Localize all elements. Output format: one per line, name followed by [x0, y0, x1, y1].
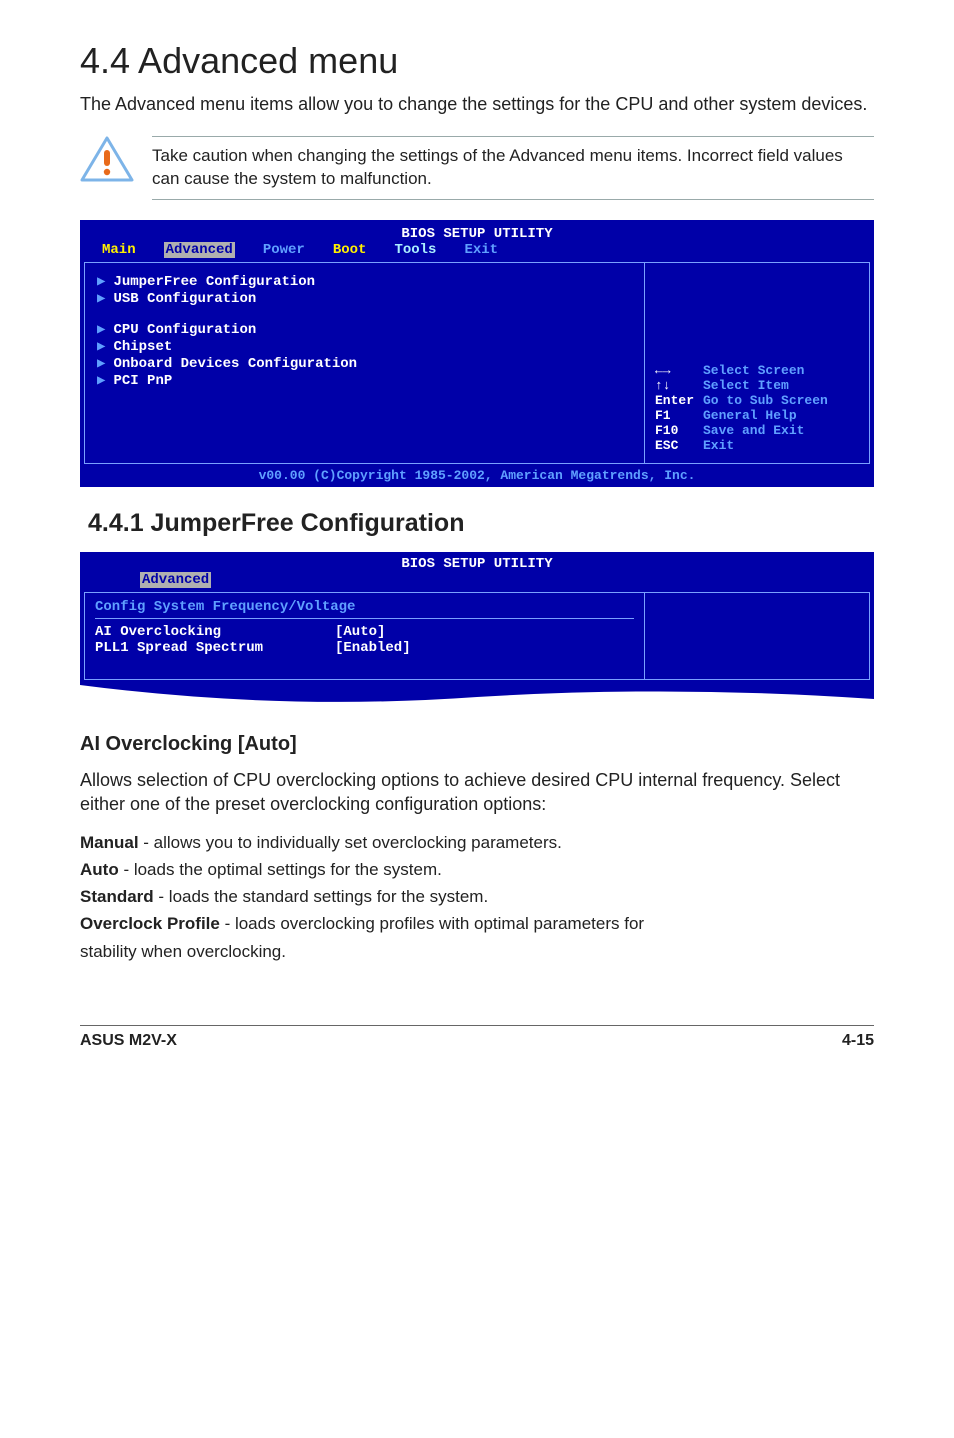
- page-title: 4.4 Advanced menu: [80, 40, 874, 82]
- help-label: Go to Sub Screen: [703, 393, 828, 408]
- submenu-arrow-icon: ▶: [97, 339, 105, 355]
- help-label: Select Item: [703, 378, 789, 393]
- footer-product: ASUS M2V-X: [80, 1032, 177, 1050]
- bios-subheader: Config System Frequency/Voltage: [95, 599, 634, 619]
- help-label: General Help: [703, 408, 797, 423]
- help-label: Exit: [703, 438, 734, 453]
- bios-tab-boot: Boot: [333, 242, 367, 258]
- bios-left-pane: ▶ JumperFree Configuration ▶ USB Configura…: [85, 263, 644, 463]
- submenu-arrow-icon: ▶: [97, 274, 105, 290]
- bios-option-value: [Enabled]: [335, 640, 411, 656]
- submenu-arrow-icon: ▶: [97, 322, 105, 338]
- ai-overclocking-heading: AI Overclocking [Auto]: [80, 733, 874, 756]
- bios-tab-tools: Tools: [394, 242, 436, 258]
- bios-help-pane: ←→Select Screen ↑↓Select Item EnterGo to…: [644, 263, 869, 463]
- option-overclock-profile: Overclock Profile - loads overclocking p…: [80, 910, 874, 937]
- submenu-arrow-icon: ▶: [97, 291, 105, 307]
- option-overclock-profile-cont: stability when overclocking.: [80, 938, 874, 965]
- caution-callout: Take caution when changing the settings …: [80, 136, 874, 200]
- option-auto: Auto - loads the optimal settings for th…: [80, 856, 874, 883]
- bios-help-pane: [644, 593, 869, 679]
- bios-screenshot-advanced-menu: BIOS SETUP UTILITY Main Advanced Power B…: [80, 220, 874, 487]
- bios-tab-bar: Main Advanced Power Boot Tools Exit: [80, 242, 874, 262]
- bios-item: JumperFree Configuration: [113, 274, 315, 290]
- help-key: F10: [655, 423, 703, 438]
- bios-tab-exit: Exit: [464, 242, 498, 258]
- bios-item: Onboard Devices Configuration: [113, 356, 357, 372]
- intro-paragraph: The Advanced menu items allow you to cha…: [80, 92, 874, 116]
- help-label: Save and Exit: [703, 423, 804, 438]
- caution-text: Take caution when changing the settings …: [152, 136, 874, 200]
- bios-option-value: [Auto]: [335, 624, 385, 640]
- option-standard: Standard - loads the standard settings f…: [80, 883, 874, 910]
- bios-left-pane: Config System Frequency/Voltage AI Overc…: [85, 593, 644, 679]
- bios-tab-main: Main: [102, 242, 136, 258]
- submenu-arrow-icon: ▶: [97, 356, 105, 372]
- help-key: ↑↓: [655, 378, 703, 393]
- help-label: Select Screen: [703, 363, 804, 378]
- footer-page-number: 4-15: [842, 1032, 874, 1050]
- footer-divider: [80, 1025, 874, 1026]
- help-key: F1: [655, 408, 703, 423]
- section-4-4-1-title: 4.4.1 JumperFree Configuration: [88, 509, 874, 538]
- bios-item: PCI PnP: [113, 373, 172, 389]
- bios-footer: v00.00 (C)Copyright 1985-2002, American …: [80, 464, 874, 487]
- help-key: Enter: [655, 393, 703, 408]
- torn-edge-decoration: [80, 679, 874, 709]
- help-key: ESC: [655, 438, 703, 453]
- bios-tab-advanced: Advanced: [140, 572, 211, 588]
- bios-option-label: PLL1 Spread Spectrum: [95, 640, 335, 656]
- ai-overclocking-desc: Allows selection of CPU overclocking opt…: [80, 768, 874, 817]
- caution-icon: [80, 136, 134, 184]
- help-key: ←→: [655, 363, 703, 378]
- bios-screenshot-jumperfree: BIOS SETUP UTILITY Advanced Config Syste…: [80, 552, 874, 709]
- bios-item: Chipset: [113, 339, 172, 355]
- bios-title: BIOS SETUP UTILITY: [80, 220, 874, 242]
- option-manual: Manual - allows you to individually set …: [80, 829, 874, 856]
- bios-item: USB Configuration: [113, 291, 256, 307]
- bios-title: BIOS SETUP UTILITY: [80, 552, 874, 572]
- bios-item: CPU Configuration: [113, 322, 256, 338]
- bios-tab-advanced: Advanced: [164, 242, 235, 258]
- submenu-arrow-icon: ▶: [97, 373, 105, 389]
- bios-tab-power: Power: [263, 242, 305, 258]
- bios-option-label: AI Overclocking: [95, 624, 335, 640]
